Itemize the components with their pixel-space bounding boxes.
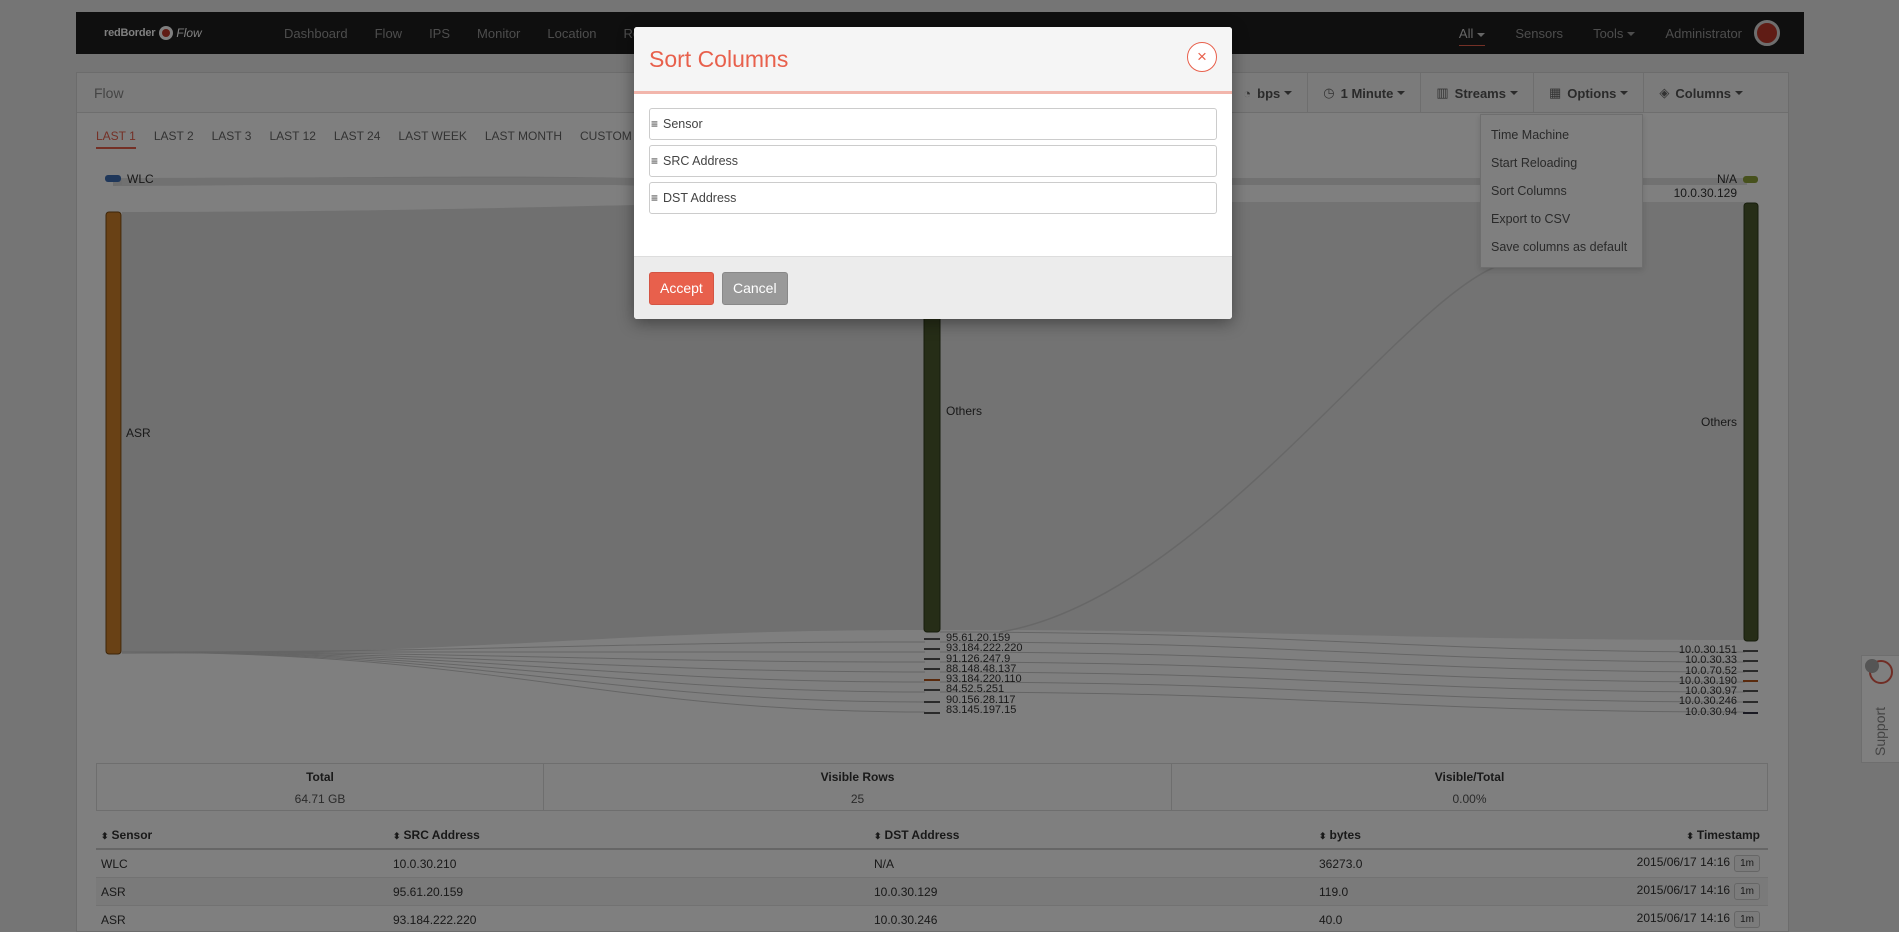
sortable-item-label: DST Address xyxy=(663,191,737,205)
drag-handle-icon[interactable]: ≡ xyxy=(651,191,663,205)
close-icon: × xyxy=(1197,47,1207,66)
close-button[interactable]: × xyxy=(1187,42,1217,72)
sortable-item-label: Sensor xyxy=(663,117,703,131)
sortable-list: ≡ Sensor ≡ SRC Address ≡ DST Address xyxy=(634,94,1232,254)
drag-handle-icon[interactable]: ≡ xyxy=(651,154,663,168)
modal-title: Sort Columns xyxy=(649,46,789,72)
sortable-item-dst-address[interactable]: ≡ DST Address xyxy=(649,182,1217,214)
modal-footer: Accept Cancel xyxy=(634,256,1232,319)
drag-handle-icon[interactable]: ≡ xyxy=(651,117,663,131)
sort-columns-modal: Sort Columns × ≡ Sensor ≡ SRC Address ≡ … xyxy=(634,27,1232,319)
cancel-button[interactable]: Cancel xyxy=(722,272,788,305)
sortable-item-label: SRC Address xyxy=(663,154,739,168)
sortable-item-sensor[interactable]: ≡ Sensor xyxy=(649,108,1217,140)
modal-header: Sort Columns × xyxy=(634,27,1232,94)
accept-button[interactable]: Accept xyxy=(649,272,714,305)
sortable-item-src-address[interactable]: ≡ SRC Address xyxy=(649,145,1217,177)
